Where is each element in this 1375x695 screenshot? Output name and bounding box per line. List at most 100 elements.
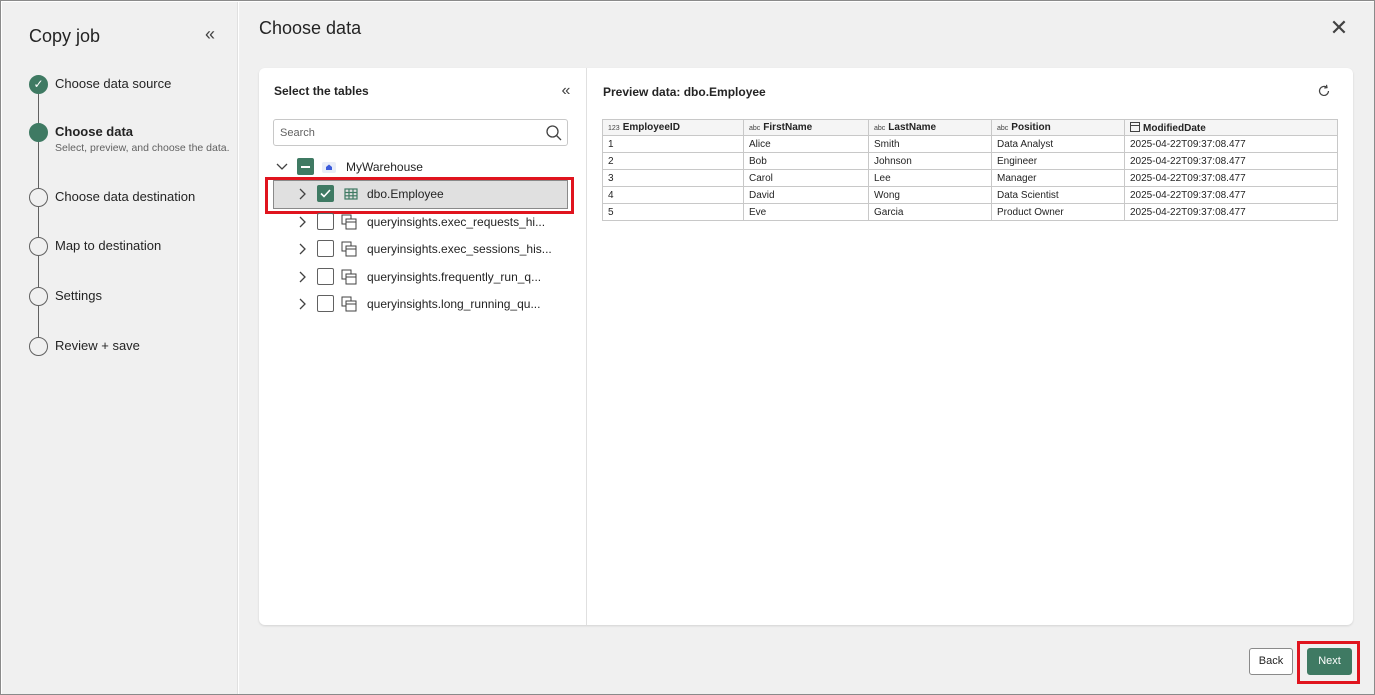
text-type-icon: abc	[874, 125, 886, 132]
stepper-panel: Copy job « ✓ Choose data source Choose d…	[2, 2, 238, 694]
table-cell: Lee	[868, 169, 992, 187]
step-connector	[38, 207, 39, 237]
table-row: 5 Eve Garcia Product Owner 2025-04-22T09…	[602, 203, 1338, 221]
table-row: 2 Bob Johnson Engineer 2025-04-22T09:37:…	[602, 152, 1338, 170]
preview-title: Preview data: dbo.Employee	[603, 85, 766, 99]
table-label: queryinsights.exec_requests_hi...	[367, 215, 546, 229]
next-highlight	[1297, 641, 1360, 684]
root-checkbox[interactable]	[297, 158, 314, 175]
table-cell: 4	[602, 186, 744, 204]
table-cell: 5	[602, 203, 744, 221]
table-label: queryinsights.exec_sessions_his...	[367, 242, 552, 256]
pending-step-icon	[29, 337, 48, 356]
search-icon[interactable]	[545, 124, 563, 142]
calendar-icon	[1130, 121, 1140, 132]
column-header: 123 EmployeeID	[602, 119, 744, 136]
number-type-icon: 123	[608, 125, 620, 132]
step-label: Choose data source	[55, 76, 172, 91]
table-cell: Johnson	[868, 152, 992, 170]
table-row: 4 David Wong Data Scientist 2025-04-22T0…	[602, 186, 1338, 204]
column-header: abc LastName	[868, 119, 992, 136]
table-cell: Data Scientist	[991, 186, 1125, 204]
view-icon	[341, 214, 357, 230]
tree-item-exec-requests[interactable]: queryinsights.exec_requests_hi...	[259, 209, 587, 235]
step-label: Settings	[55, 288, 102, 303]
table-cell: Garcia	[868, 203, 992, 221]
chevron-right-icon[interactable]	[295, 215, 309, 229]
table-checkbox[interactable]	[317, 240, 334, 257]
search-input[interactable]	[280, 123, 538, 142]
data-card: Select the tables « Search MyWarehouse d…	[259, 68, 1353, 625]
active-step-icon	[29, 123, 48, 142]
pending-step-icon	[29, 237, 48, 256]
column-header: abc Position	[991, 119, 1125, 136]
table-cell: Carol	[743, 169, 869, 187]
chevron-right-icon[interactable]	[295, 242, 309, 256]
column-header: ModifiedDate	[1124, 119, 1338, 136]
table-cell: 1	[602, 135, 744, 153]
table-cell: David	[743, 186, 869, 204]
step-label: Choose data destination	[55, 189, 196, 204]
table-cell: 2025-04-22T09:37:08.477	[1124, 152, 1338, 170]
table-row: 1 Alice Smith Data Analyst 2025-04-22T09…	[602, 135, 1338, 153]
column-header-label: EmployeeID	[622, 122, 680, 133]
step-connector	[38, 142, 39, 190]
collapse-stepper-icon[interactable]: «	[201, 24, 219, 44]
tree-item-exec-sessions[interactable]: queryinsights.exec_sessions_his...	[259, 236, 587, 262]
table-label: queryinsights.frequently_run_q...	[367, 270, 542, 284]
step-connector	[38, 256, 39, 287]
checkmark-icon: ✓	[29, 75, 48, 94]
step-label: Choose data	[55, 124, 134, 139]
view-icon	[341, 269, 357, 285]
table-checkbox[interactable]	[317, 268, 334, 285]
chevron-down-icon[interactable]	[275, 160, 289, 174]
chevron-right-icon[interactable]	[295, 297, 309, 311]
text-type-icon: abc	[997, 125, 1009, 132]
column-header-label: ModifiedDate	[1143, 122, 1206, 134]
table-cell: Engineer	[991, 152, 1125, 170]
view-icon	[341, 296, 357, 312]
close-icon[interactable]: ✕	[1327, 16, 1351, 40]
warehouse-icon	[322, 162, 336, 173]
column-header-label: FirstName	[763, 122, 813, 133]
table-cell: Eve	[743, 203, 869, 221]
table-cell: Smith	[868, 135, 992, 153]
table-cell: Manager	[991, 169, 1125, 187]
table-cell: Bob	[743, 152, 869, 170]
tables-title: Select the tables	[274, 84, 369, 98]
table-cell: 2025-04-22T09:37:08.477	[1124, 135, 1338, 153]
step-description: Select, preview, and choose the data.	[55, 142, 230, 154]
table-cell: 2025-04-22T09:37:08.477	[1124, 203, 1338, 221]
step-connector	[38, 306, 39, 337]
preview-pane: Preview data: dbo.Employee 123 EmployeeID…	[588, 68, 1353, 625]
chevron-right-icon[interactable]	[295, 270, 309, 284]
table-cell: 2	[602, 152, 744, 170]
table-label: queryinsights.long_running_qu...	[367, 297, 541, 311]
step-label: Review + save	[55, 338, 140, 353]
tree-item-long-running[interactable]: queryinsights.long_running_qu...	[259, 291, 587, 317]
table-cell: Product Owner	[991, 203, 1125, 221]
text-type-icon: abc	[749, 125, 761, 132]
view-icon	[341, 241, 357, 257]
table-row: 3 Carol Lee Manager 2025-04-22T09:37:08.…	[602, 169, 1338, 187]
column-header-label: Position	[1011, 122, 1051, 133]
tree-item-frequently-run[interactable]: queryinsights.frequently_run_q...	[259, 264, 587, 290]
search-box[interactable]	[273, 119, 568, 146]
pending-step-icon	[29, 188, 48, 207]
table-cell: Wong	[868, 186, 992, 204]
stepper-title: Copy job	[29, 26, 101, 46]
collapse-tables-icon[interactable]: «	[557, 81, 575, 101]
tables-pane: Select the tables « Search MyWarehouse d…	[259, 68, 587, 625]
step-label: Map to destination	[55, 238, 162, 253]
column-header: abc FirstName	[743, 119, 869, 136]
copy-job-dialog: Copy job « ✓ Choose data source Choose d…	[0, 0, 1375, 695]
table-checkbox[interactable]	[317, 213, 334, 230]
table-cell: Data Analyst	[991, 135, 1125, 153]
table-checkbox[interactable]	[317, 295, 334, 312]
preview-table: 123 EmployeeID abc FirstName abc LastName a…	[602, 119, 1338, 221]
refresh-icon[interactable]	[1316, 83, 1332, 99]
back-button[interactable]: Back	[1249, 648, 1293, 675]
table-cell: 2025-04-22T09:37:08.477	[1124, 186, 1338, 204]
page-title: Choose data	[259, 18, 362, 38]
table-cell: 3	[602, 169, 744, 187]
